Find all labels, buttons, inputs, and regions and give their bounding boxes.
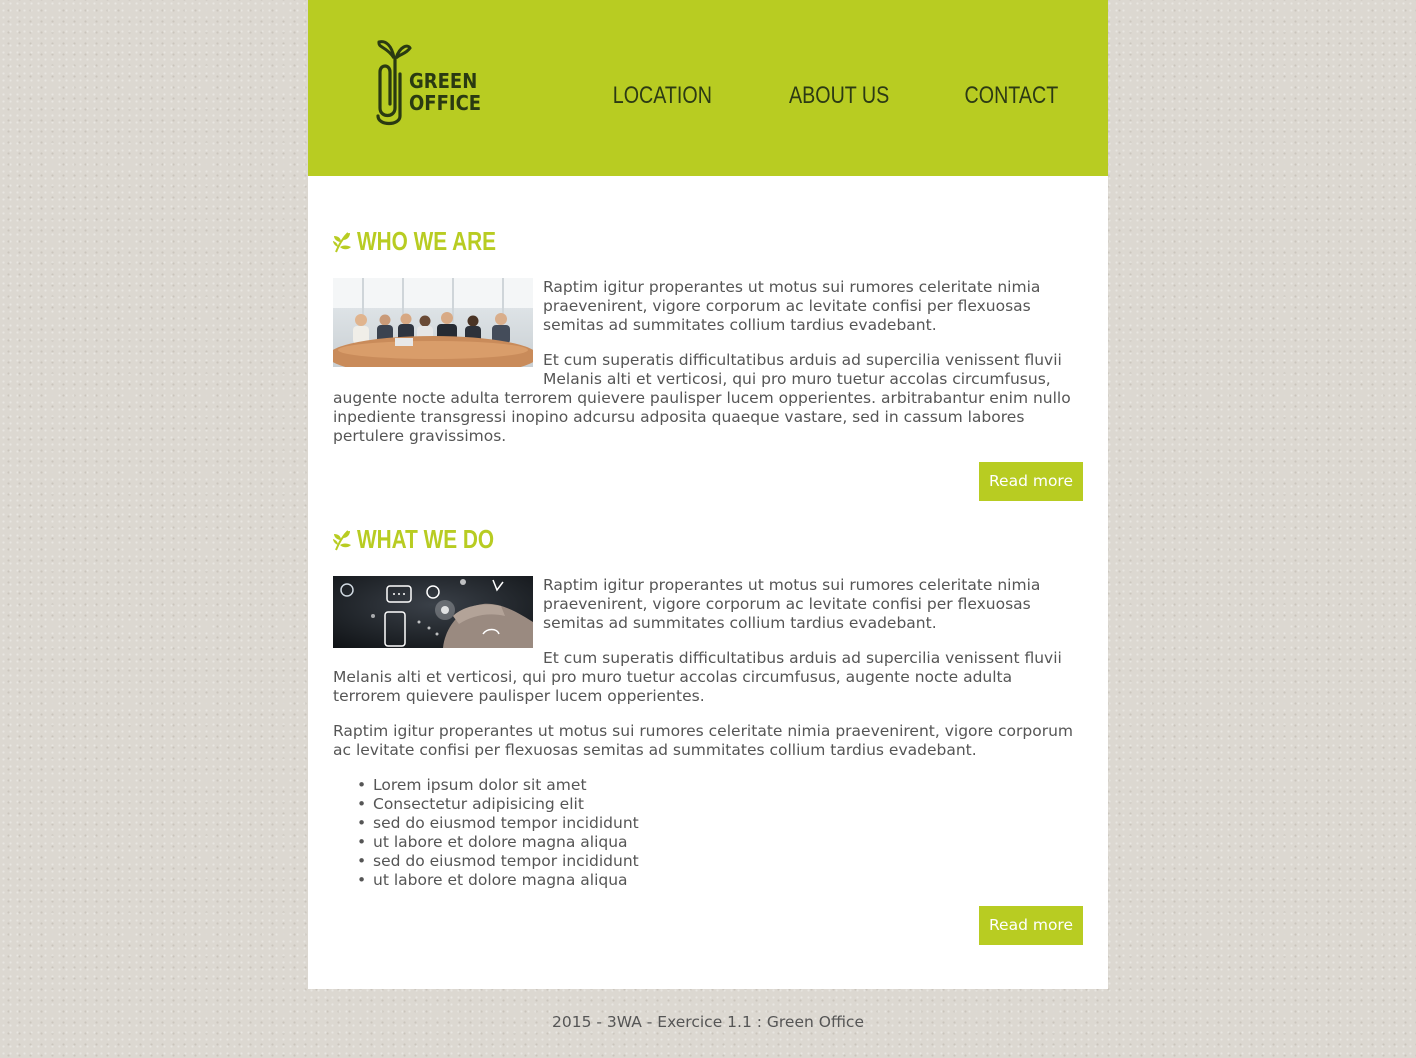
logo-line-2: OFFICE	[409, 91, 482, 115]
business-team-photo	[333, 278, 533, 367]
list-item: ut labore et dolore magna aliqua	[357, 833, 1083, 852]
logo-text: GREEN OFFICE	[409, 70, 481, 114]
paragraph: Et cum superatis difficultatibus arduis …	[333, 649, 1062, 705]
site-header: GREEN OFFICE LOCATION ABOUT US CONTACT	[308, 0, 1108, 176]
touchscreen-icons-photo	[333, 576, 533, 648]
main-content: WHO WE ARE Raptim igitur properantes ut …	[308, 176, 1108, 989]
section-body: Raptim igitur properantes ut motus sui r…	[333, 278, 1083, 462]
section-title-text: WHAT WE DO	[357, 523, 495, 554]
list-item: Consectetur adipisicing elit	[357, 795, 1083, 814]
nav-contact[interactable]: CONTACT	[964, 82, 1058, 110]
nav-about-us[interactable]: ABOUT US	[789, 82, 889, 110]
page-container: GREEN OFFICE LOCATION ABOUT US CONTACT W…	[308, 0, 1108, 989]
button-row: Read more	[333, 906, 1083, 945]
button-row: Read more	[333, 462, 1083, 501]
read-more-button[interactable]: Read more	[978, 462, 1083, 501]
logo[interactable]: GREEN OFFICE	[376, 38, 488, 128]
list-item: sed do eiusmod tempor incididunt	[357, 852, 1083, 871]
leaf-icon	[333, 232, 351, 253]
leaf-icon	[333, 530, 351, 551]
section-what-we-do: WHAT WE DO Raptim igitur properantes ut …	[333, 524, 1083, 945]
list-item: sed do eiusmod tempor incididunt	[357, 814, 1083, 833]
list-item: Lorem ipsum dolor sit amet	[357, 776, 1083, 795]
logo-line-1: GREEN	[409, 69, 478, 93]
read-more-button[interactable]: Read more	[978, 906, 1083, 945]
list-item: ut labore et dolore magna aliqua	[357, 871, 1083, 890]
section-title-text: WHO WE ARE	[357, 225, 497, 256]
section-title: WHO WE ARE	[333, 226, 1083, 256]
paragraph: Raptim igitur properantes ut motus sui r…	[333, 722, 1074, 759]
section-body: Raptim igitur properantes ut motus sui r…	[333, 576, 1083, 906]
section-who-we-are: WHO WE ARE Raptim igitur properantes ut …	[333, 226, 1083, 501]
nav-location[interactable]: LOCATION	[612, 82, 711, 110]
footer-text: 2015 - 3WA - Exercice 1.1 : Green Office	[552, 1013, 864, 1031]
bullet-list: Lorem ipsum dolor sit amet Consectetur a…	[333, 776, 1083, 890]
main-nav: LOCATION ABOUT US CONTACT	[591, 82, 1058, 110]
section-title: WHAT WE DO	[333, 524, 1083, 554]
